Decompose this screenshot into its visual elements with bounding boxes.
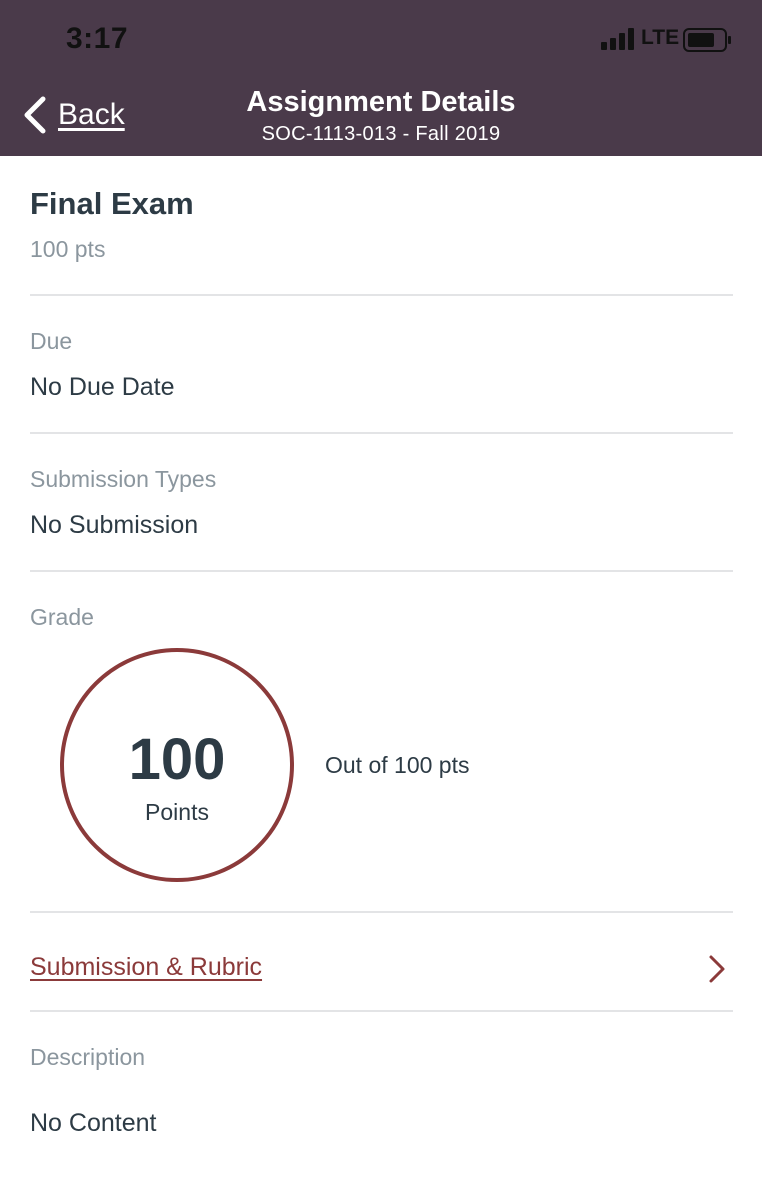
page-title: Assignment Details bbox=[246, 86, 516, 118]
due-value: No Due Date bbox=[30, 373, 175, 401]
course-subtitle: SOC-1113-013 - Fall 2019 bbox=[261, 123, 501, 145]
grade-out-of: Out of 100 pts bbox=[325, 752, 470, 778]
divider bbox=[30, 570, 733, 572]
battery-icon bbox=[683, 28, 731, 52]
status-time: 3:17 bbox=[66, 22, 129, 55]
grade-unit: Points bbox=[145, 799, 209, 825]
submission-types-value: No Submission bbox=[30, 511, 199, 539]
grade-label: Grade bbox=[30, 604, 94, 630]
status-bar: 3:17 LTE bbox=[0, 0, 762, 78]
submission-rubric-link[interactable]: Submission & Rubric bbox=[0, 912, 762, 1012]
chevron-right-icon bbox=[709, 955, 725, 983]
description-value: No Content bbox=[30, 1109, 157, 1137]
signal-strength-icon bbox=[601, 28, 634, 50]
divider bbox=[30, 1010, 733, 1012]
grade-score: 100 bbox=[128, 727, 226, 792]
submission-rubric-label: Submission & Rubric bbox=[30, 953, 263, 981]
network-type: LTE bbox=[641, 26, 680, 49]
navigation-header: 3:17 LTE Back Assignment Details SOC-111… bbox=[0, 0, 762, 156]
divider bbox=[30, 432, 733, 434]
submission-types-label: Submission Types bbox=[30, 466, 217, 492]
divider bbox=[30, 294, 733, 296]
assignment-name: Final Exam bbox=[30, 186, 194, 221]
due-label: Due bbox=[30, 328, 73, 354]
description-label: Description bbox=[30, 1044, 146, 1070]
assignment-points: 100 pts bbox=[30, 236, 106, 262]
